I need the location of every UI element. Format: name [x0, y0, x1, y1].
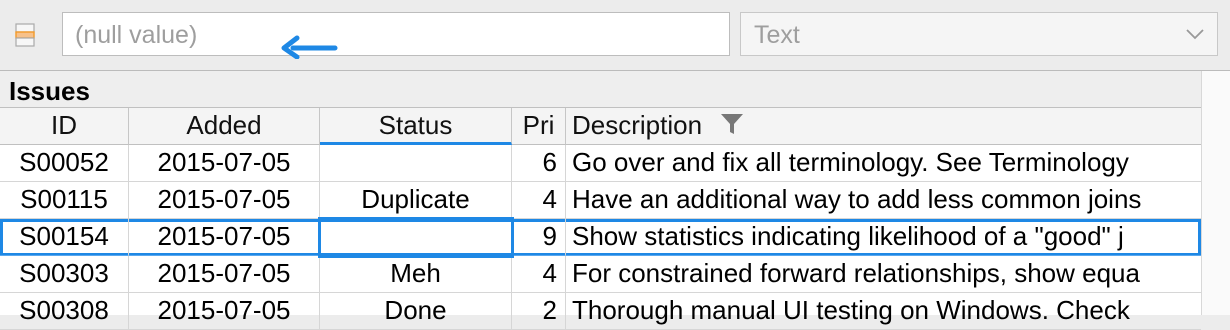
column-header-description[interactable]: Description	[566, 108, 1201, 145]
cell-status-focused[interactable]	[320, 219, 512, 256]
value-input[interactable]: (null value)	[62, 12, 730, 59]
cell-added[interactable]: 2015-07-05	[129, 293, 320, 330]
table-row-icon[interactable]	[13, 22, 37, 48]
chevron-down-icon	[1186, 29, 1204, 40]
cell-description[interactable]: Have an additional way to add less commo…	[566, 182, 1201, 219]
type-select[interactable]: Text	[740, 12, 1218, 56]
cell-added[interactable]: 2015-07-05	[129, 256, 320, 293]
column-header-description-label: Description	[572, 110, 703, 140]
cell-pri[interactable]: 4	[512, 182, 566, 219]
cell-id[interactable]: S00115	[0, 182, 129, 219]
cell-pri[interactable]: 4	[512, 256, 566, 293]
cell-status[interactable]: Done	[320, 293, 512, 330]
value-placeholder: (null value)	[75, 21, 198, 49]
cell-pri[interactable]: 2	[512, 293, 566, 330]
cell-id[interactable]: S00303	[0, 256, 129, 293]
cell-id[interactable]: S00154	[0, 219, 129, 256]
cell-status[interactable]	[320, 145, 512, 182]
arrow-left-icon	[281, 35, 338, 59]
table-row[interactable]: S00052 2015-07-05 6 Go over and fix all …	[0, 145, 1201, 182]
table-row[interactable]: S00115 2015-07-05 Duplicate 4 Have an ad…	[0, 182, 1201, 219]
table-row[interactable]: S00303 2015-07-05 Meh 4 For constrained …	[0, 256, 1201, 293]
cell-description[interactable]: Show statistics indicating likelihood of…	[566, 219, 1201, 256]
group-header: Issues	[0, 71, 1201, 108]
cell-description[interactable]: Thorough manual UI testing on Windows. C…	[566, 293, 1201, 330]
group-title: Issues	[9, 76, 90, 106]
cell-added[interactable]: 2015-07-05	[129, 219, 320, 256]
cell-id[interactable]: S00052	[0, 145, 129, 182]
issues-grid: Issues ID Added Status Pri Description S…	[0, 70, 1230, 330]
table-row[interactable]: S00308 2015-07-05 Done 2 Thorough manual…	[0, 293, 1201, 330]
cell-pri[interactable]: 9	[512, 219, 566, 256]
cell-added[interactable]: 2015-07-05	[129, 145, 320, 182]
toolbar: (null value) Text	[0, 0, 1230, 70]
cell-description[interactable]: For constrained forward relationships, s…	[566, 256, 1201, 293]
column-header-status[interactable]: Status	[320, 108, 512, 145]
cell-status[interactable]: Duplicate	[320, 182, 512, 219]
cell-status[interactable]: Meh	[320, 256, 512, 293]
table-row-selected[interactable]: S00154 2015-07-05 9 Show statistics indi…	[0, 219, 1201, 256]
cell-id[interactable]: S00308	[0, 293, 129, 330]
column-header-pri[interactable]: Pri	[512, 108, 566, 145]
type-select-value: Text	[754, 21, 800, 49]
filter-icon[interactable]	[719, 111, 745, 137]
column-header-id[interactable]: ID	[0, 108, 129, 145]
vertical-scrollbar[interactable]	[1201, 71, 1230, 315]
column-header-added[interactable]: Added	[129, 108, 320, 145]
cell-added[interactable]: 2015-07-05	[129, 182, 320, 219]
cell-description[interactable]: Go over and fix all terminology. See Ter…	[566, 145, 1201, 182]
cell-pri[interactable]: 6	[512, 145, 566, 182]
